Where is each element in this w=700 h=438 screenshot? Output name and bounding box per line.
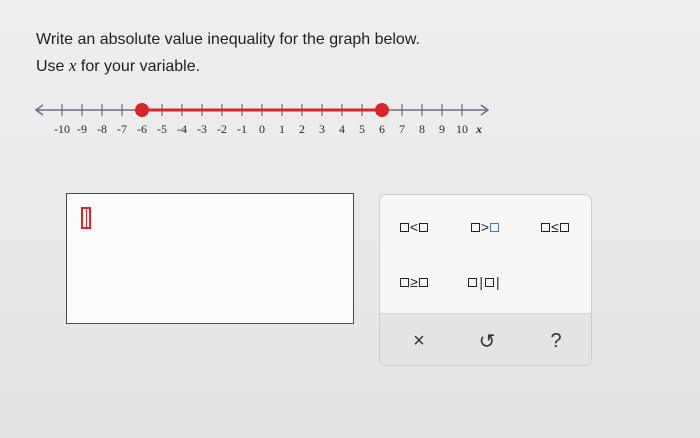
question-prompt: Write an absolute value inequality for t… xyxy=(36,28,420,79)
greater-equal-key[interactable]: ≥ xyxy=(392,270,436,294)
left-slot-icon xyxy=(399,222,409,232)
tick-label: 0 xyxy=(259,122,265,136)
number-line-graph: -10 -9 -8 -7 -6 -5 -4 -3 -2 -1 0 1 2 3 4 5 6 7 8 9 10 x xyxy=(34,103,490,136)
right-slot-icon xyxy=(490,222,500,232)
tick-label: 1 xyxy=(279,122,285,136)
tick-label: -3 xyxy=(197,122,207,136)
greater-than-symbol: > xyxy=(480,219,490,235)
keypad-actions-bar: × ↺ ? xyxy=(380,313,591,365)
close-icon: × xyxy=(413,329,425,352)
less-equal-symbol: ≤ xyxy=(551,219,559,235)
abs-bar-right: | xyxy=(496,274,500,290)
right-slot-icon xyxy=(559,222,569,232)
tick-label: -6 xyxy=(137,122,147,136)
help-icon: ? xyxy=(550,329,562,352)
left-slot-icon xyxy=(541,222,551,232)
prompt-line-2-suffix: for your variable. xyxy=(76,58,201,75)
less-than-key[interactable]: < xyxy=(392,215,436,239)
tick-label: -2 xyxy=(217,122,227,136)
tick-label: 9 xyxy=(439,122,445,136)
inner-slot-icon xyxy=(485,277,494,287)
prompt-line-1: Write an absolute value inequality for t… xyxy=(36,31,420,48)
tick-label: -4 xyxy=(177,122,187,136)
tick-label: 8 xyxy=(419,122,425,136)
left-endpoint-dot xyxy=(135,103,149,117)
tick-label: -8 xyxy=(97,122,107,136)
clear-button[interactable]: × xyxy=(404,328,434,354)
answer-input[interactable] xyxy=(66,193,354,324)
right-slot-icon xyxy=(418,277,428,287)
undo-icon: ↺ xyxy=(478,330,496,353)
tick-label: 2 xyxy=(299,122,305,136)
left-slot-icon xyxy=(468,277,478,287)
undo-button[interactable]: ↺ xyxy=(472,328,502,354)
answer-placeholder-slot[interactable] xyxy=(81,207,91,229)
prompt-line-2-prefix: Use xyxy=(36,58,69,75)
tick-label: 10 xyxy=(456,122,468,136)
greater-than-key[interactable]: > xyxy=(463,215,507,239)
tick-label: 7 xyxy=(399,122,405,136)
tick-label: 4 xyxy=(339,122,345,136)
less-equal-key[interactable]: ≤ xyxy=(533,215,577,239)
less-than-symbol: < xyxy=(409,219,419,235)
tick-label: -5 xyxy=(157,122,167,136)
absolute-value-key[interactable]: | | xyxy=(463,270,507,294)
tick-label: -7 xyxy=(117,122,127,136)
right-endpoint-dot xyxy=(375,103,389,117)
tick-label: 3 xyxy=(319,122,325,136)
tick-label: 6 xyxy=(379,122,385,136)
tick-label: -9 xyxy=(77,122,87,136)
left-slot-icon xyxy=(470,222,480,232)
left-slot-icon xyxy=(400,277,410,287)
tick-label: 5 xyxy=(359,122,365,136)
help-button[interactable]: ? xyxy=(541,328,571,354)
prompt-line-2: Use x for your variable. xyxy=(36,54,420,79)
axis-variable-label: x xyxy=(475,122,482,136)
abs-bar-left: | xyxy=(479,274,483,290)
greater-equal-symbol: ≥ xyxy=(410,274,418,290)
right-slot-icon xyxy=(419,222,429,232)
math-keypad: < > ≤ ≥ | | × ↺ ? xyxy=(379,194,592,366)
tick-label: -1 xyxy=(237,122,247,136)
tick-label: -10 xyxy=(54,122,70,136)
